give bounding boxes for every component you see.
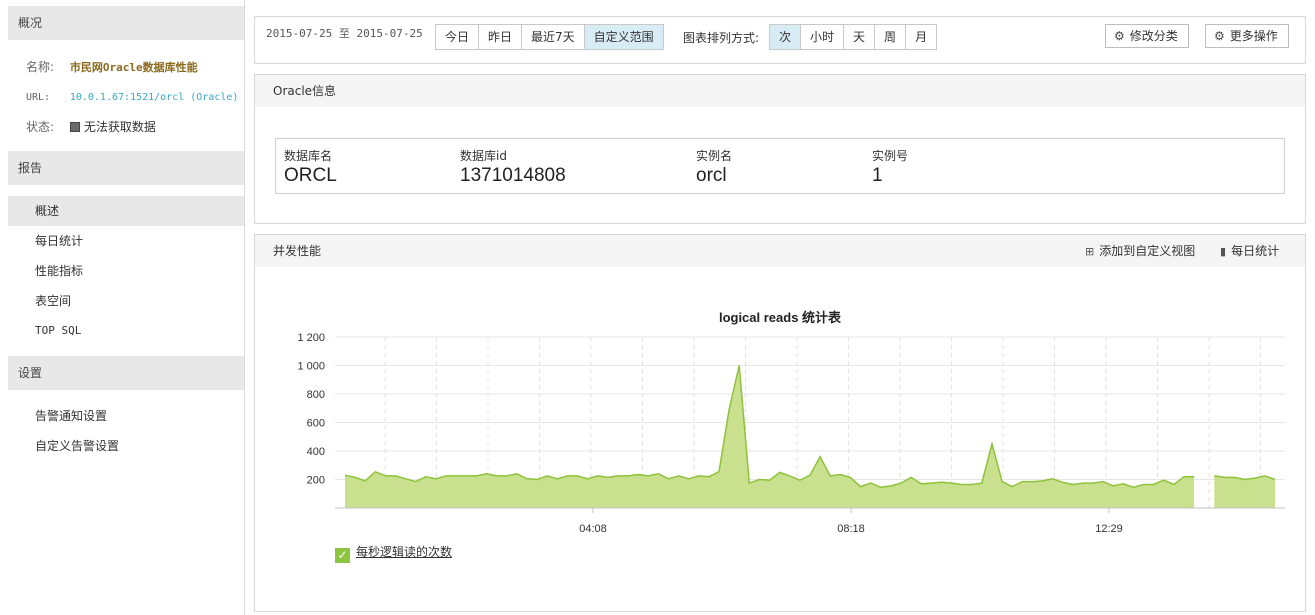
nav-item-custom-alert[interactable]: 自定义告警设置 — [8, 431, 244, 461]
add-to-custom-view-link[interactable]: ⊞ 添加到自定义视图 — [1085, 235, 1195, 267]
x-tick-label: 04:08 — [579, 523, 607, 535]
range-today-button[interactable]: 今日 — [436, 25, 480, 49]
instance-name-cell: 实例名 orcl — [696, 147, 732, 187]
x-tick-label: 12:29 — [1095, 523, 1123, 535]
oracle-info-table: 数据库名 ORCL 数据库id 1371014808 实例名 orcl 实例号 … — [275, 138, 1285, 194]
oracle-info-panel: Oracle信息 数据库名 ORCL 数据库id 1371014808 实例名 … — [254, 74, 1306, 224]
range-last-7-days-button[interactable]: 最近7天 — [522, 25, 585, 49]
db-id-cell: 数据库id 1371014808 — [460, 147, 566, 187]
instance-name-label: 实例名 — [696, 149, 733, 163]
bar-chart-icon: ▮ — [1220, 245, 1227, 258]
area-line — [344, 365, 1195, 489]
name-row: 名称: 市民网Oracle数据库性能 — [26, 58, 198, 75]
status-key: 状态: — [26, 120, 55, 134]
sort-label: 图表排列方式: — [683, 31, 760, 45]
more-actions-button[interactable]: ⚙ 更多操作 — [1205, 24, 1289, 48]
oracle-info-title: Oracle信息 — [255, 75, 1305, 107]
sort-by-month-button[interactable]: 月 — [906, 25, 937, 49]
url-row: URL: 10.0.1.67:1521/orcl (Oracle) — [26, 89, 238, 103]
status-value: 无法获取数据 — [83, 120, 156, 134]
instance-number-label: 实例号 — [872, 149, 909, 163]
sidebar: 概况 名称: 市民网Oracle数据库性能 URL: 10.0.1.67:152… — [0, 0, 245, 615]
y-tick-label: 200 — [307, 475, 325, 487]
sort-by-day-button[interactable]: 天 — [844, 25, 876, 49]
edit-category-label: 修改分类 — [1129, 29, 1178, 43]
range-button-group: 今日 昨日 最近7天 自定义范围 — [435, 24, 664, 50]
checkbox-checked-icon: ✓ — [335, 548, 350, 563]
nav-item-top-sql[interactable]: TOP SQL — [8, 316, 244, 346]
legend-item[interactable]: ✓ 每秒逻辑读的次数 — [335, 543, 452, 563]
more-actions-label: 更多操作 — [1229, 29, 1278, 43]
url-value: 10.0.1.67:1521/orcl (Oracle) — [69, 92, 239, 103]
db-name-label: 数据库名 — [284, 149, 333, 163]
area-fill — [1214, 475, 1275, 508]
y-tick-label: 1 000 — [297, 361, 325, 373]
instance-name-value: orcl — [696, 165, 727, 186]
nav-item-overview[interactable]: 概述 — [8, 196, 244, 226]
db-name-cell: 数据库名 ORCL — [284, 147, 337, 187]
instance-number-value: 1 — [872, 165, 883, 186]
nav-item-tablespace[interactable]: 表空间 — [8, 286, 244, 316]
status-row: 状态: 无法获取数据 — [26, 118, 156, 135]
toolbar: 2015-07-25 至 2015-07-25 今日 昨日 最近7天 自定义范围… — [254, 16, 1306, 64]
settings-header: 设置 — [8, 356, 244, 390]
gear-icon: ⚙ — [1214, 29, 1225, 43]
db-id-label: 数据库id — [460, 149, 507, 163]
name-key: 名称: — [26, 60, 55, 74]
nav-item-performance-metrics[interactable]: 性能指标 — [8, 256, 244, 286]
sort-by-week-button[interactable]: 周 — [875, 25, 907, 49]
sort-by-count-button[interactable]: 次 — [770, 25, 802, 49]
overview-header: 概况 — [8, 6, 244, 40]
daily-stats-label: 每日统计 — [1231, 244, 1280, 258]
db-id-value: 1371014808 — [460, 165, 566, 186]
x-tick-label: 08:18 — [837, 523, 865, 535]
daily-stats-link[interactable]: ▮ 每日统计 — [1220, 235, 1279, 267]
performance-panel: 并发性能 ⊞ 添加到自定义视图 ▮ 每日统计 logical reads 统计表 1… — [254, 234, 1306, 612]
report-header: 报告 — [8, 151, 244, 185]
add-to-view-label: 添加到自定义视图 — [1099, 244, 1196, 258]
db-name-value: ORCL — [284, 165, 337, 186]
area-fill — [345, 365, 1195, 508]
status-square-icon — [69, 122, 80, 132]
nav-item-alert-notification[interactable]: 告警通知设置 — [8, 401, 244, 431]
date-range-text: 2015-07-25 至 2015-07-25 — [266, 27, 423, 40]
gear-icon: ⚙ — [1114, 29, 1125, 43]
y-tick-label: 600 — [307, 418, 325, 430]
y-tick-label: 1 200 — [297, 332, 325, 344]
chart-title: logical reads 统计表 — [719, 310, 842, 325]
nav-item-daily-stats[interactable]: 每日统计 — [8, 226, 244, 256]
y-tick-label: 800 — [307, 389, 325, 401]
add-view-icon: ⊞ — [1085, 245, 1095, 258]
range-yesterday-button[interactable]: 昨日 — [479, 25, 523, 49]
range-custom-button[interactable]: 自定义范围 — [584, 25, 663, 49]
url-key: URL: — [26, 92, 51, 103]
edit-category-button[interactable]: ⚙ 修改分类 — [1105, 24, 1189, 48]
sort-button-group: 次 小时 天 周 月 — [769, 24, 938, 50]
legend-series-name: 每秒逻辑读的次数 — [356, 545, 453, 559]
name-value: 市民网Oracle数据库性能 — [69, 61, 198, 74]
logical-reads-chart: logical reads 统计表 1 200 1 000 800 600 400 200… — [297, 310, 1285, 535]
instance-number-cell: 实例号 1 — [872, 147, 908, 187]
sort-by-hour-button[interactable]: 小时 — [801, 25, 845, 49]
y-tick-label: 400 — [307, 446, 325, 458]
